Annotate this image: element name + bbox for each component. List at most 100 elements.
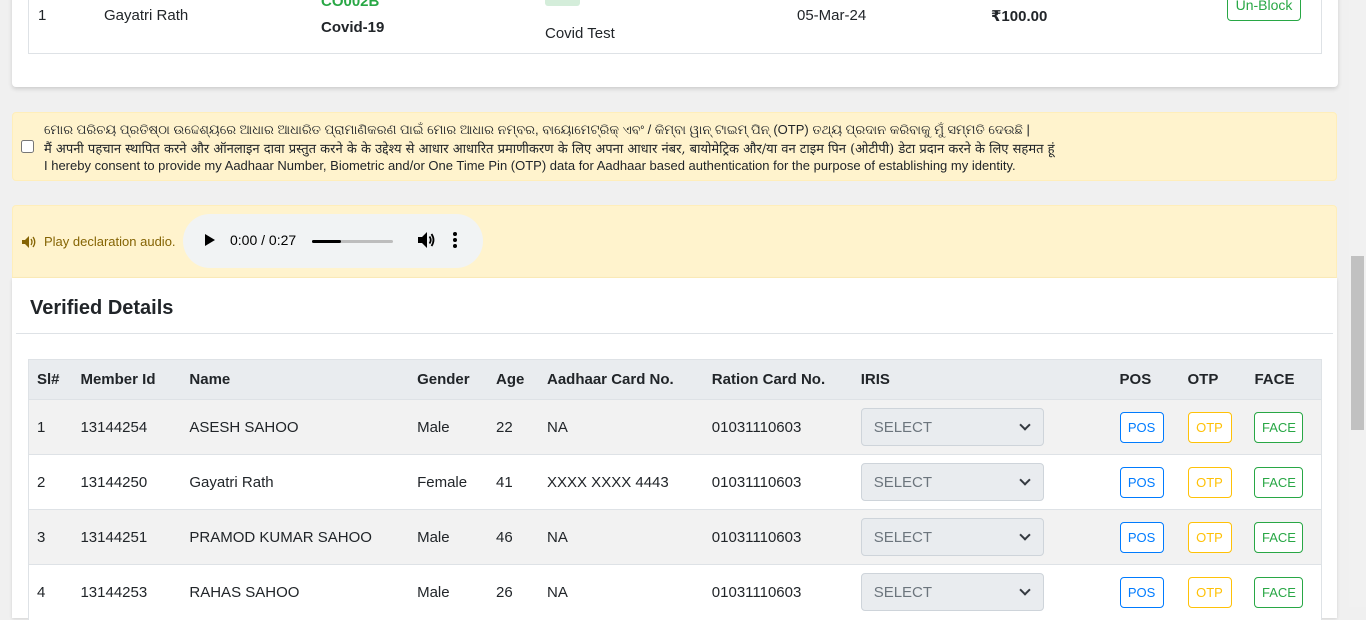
col-member-id: Member Id <box>72 359 182 400</box>
cell-face: FACE <box>1246 564 1322 620</box>
otp-button[interactable]: OTP <box>1187 411 1232 443</box>
chevron-down-icon <box>1019 584 1031 596</box>
cell-otp: OTP <box>1179 399 1247 455</box>
volume-icon[interactable] <box>417 231 435 249</box>
booking-sl: 1 <box>38 7 47 24</box>
otp-button[interactable]: OTP <box>1187 521 1232 553</box>
audio-progress <box>312 240 342 243</box>
table-row: 3 13144251 PRAMOD KUMAR SAHOO Male 46 NA 01031… <box>28 509 1322 565</box>
chevron-down-icon <box>1019 529 1031 541</box>
cell-sl: 1 <box>28 399 73 455</box>
face-button[interactable]: FACE <box>1254 521 1304 553</box>
table-row: 1 13144254 ASESH SAHOO Male 22 NA 01031110603 S… <box>28 399 1322 455</box>
cell-aadhaar: XXXX XXXX 4443 <box>539 454 704 510</box>
consent-text-hindi: मैं अपनी पहचान स्थापित करने और ऑनलाइन दा… <box>44 142 1055 157</box>
cell-gender: Male <box>409 399 489 455</box>
divider <box>16 333 1333 334</box>
cell-iris: SELECT <box>852 454 1112 510</box>
cell-gender: Male <box>409 509 489 565</box>
iris-select-value: SELECT <box>873 418 933 436</box>
cell-pos: POS <box>1111 509 1180 565</box>
cell-sl: 3 <box>28 509 73 565</box>
audio-player[interactable]: 0:00 / 0:27 <box>183 214 483 268</box>
col-ration: Ration Card No. <box>703 359 853 400</box>
page: 1 Gayatri Rath CO002B Covid-19 CO Covid … <box>0 0 1349 620</box>
cell-ration: 01031110603 <box>703 564 853 620</box>
consent-checkbox[interactable] <box>21 140 34 153</box>
booking-row: 1 Gayatri Rath CO002B Covid-19 CO Covid … <box>28 0 1322 54</box>
audio-label-text: Play declaration audio. <box>44 234 176 249</box>
cell-age: 22 <box>488 399 539 455</box>
cell-iris: SELECT <box>852 399 1112 455</box>
cell-gender: Male <box>409 564 489 620</box>
unblock-button[interactable]: Un-Block <box>1227 0 1301 21</box>
cell-otp: OTP <box>1179 454 1247 510</box>
face-button[interactable]: FACE <box>1254 576 1304 608</box>
iris-select-value: SELECT <box>873 473 933 491</box>
booking-test-name: Covid-19 <box>321 19 385 36</box>
col-pos: POS <box>1111 359 1180 400</box>
cell-age: 46 <box>488 509 539 565</box>
cell-ration: 01031110603 <box>703 509 853 565</box>
col-aadhaar: Aadhaar Card No. <box>539 359 704 400</box>
cell-face: FACE <box>1246 399 1322 455</box>
face-button[interactable]: FACE <box>1254 411 1304 443</box>
cell-face: FACE <box>1246 454 1322 510</box>
verified-details-card: Verified Details Sl# Member Id Name Gend… <box>12 278 1337 620</box>
face-button[interactable]: FACE <box>1254 466 1304 498</box>
col-name: Name <box>181 359 410 400</box>
cell-aadhaar: NA <box>539 399 704 455</box>
cell-gender: Female <box>409 454 489 510</box>
cell-aadhaar: NA <box>539 509 704 565</box>
otp-button[interactable]: OTP <box>1187 466 1232 498</box>
cell-member-id: 13144253 <box>72 564 182 620</box>
cell-name: RAHAS SAHOO <box>181 564 410 620</box>
pos-button[interactable]: POS <box>1119 576 1164 608</box>
pos-button[interactable]: POS <box>1119 466 1164 498</box>
verified-details-title: Verified Details <box>30 297 174 319</box>
iris-select[interactable]: SELECT <box>860 573 1044 612</box>
speaker-icon <box>22 235 36 248</box>
consent-text-english: I hereby consent to provide my Aadhaar N… <box>44 158 1016 173</box>
scrollbar-thumb[interactable] <box>1351 256 1364 430</box>
cell-otp: OTP <box>1179 509 1247 565</box>
booking-date: 05-Mar-24 <box>797 7 867 24</box>
table-row: 4 13144253 RAHAS SAHOO Male 26 NA 01031110603 S… <box>28 564 1322 620</box>
col-sl: Sl# <box>28 359 73 400</box>
audio-seek-bar[interactable] <box>312 240 393 243</box>
cell-otp: OTP <box>1179 564 1247 620</box>
cell-sl: 4 <box>28 564 73 620</box>
iris-select-value: SELECT <box>873 528 933 546</box>
booking-code: CO002B <box>321 0 380 10</box>
col-iris: IRIS <box>852 359 1112 400</box>
consent-text-odia: ମୋର ପରିଚୟ ପ୍ରତିଷ୍ଠା ଉଦ୍ଦେଶ୍ୟରେ ଆଧାର ଆଧାର… <box>44 122 1030 137</box>
col-age: Age <box>488 359 539 400</box>
more-options-icon[interactable] <box>453 231 457 249</box>
cell-aadhaar: NA <box>539 564 704 620</box>
pos-button[interactable]: POS <box>1119 521 1164 553</box>
table-row: 2 13144250 Gayatri Rath Female 41 XXXX XXXX 4… <box>28 454 1322 510</box>
cell-age: 26 <box>488 564 539 620</box>
cell-ration: 01031110603 <box>703 454 853 510</box>
cell-iris: SELECT <box>852 509 1112 565</box>
cell-name: PRAMOD KUMAR SAHOO <box>181 509 410 565</box>
cell-ration: 01031110603 <box>703 399 853 455</box>
play-icon[interactable] <box>205 234 215 246</box>
pos-button[interactable]: POS <box>1119 411 1164 443</box>
iris-select[interactable]: SELECT <box>860 463 1044 501</box>
chevron-down-icon <box>1019 474 1031 486</box>
declaration-audio-box: Play declaration audio. 0:00 / 0:27 <box>12 205 1337 278</box>
cell-face: FACE <box>1246 509 1322 565</box>
col-otp: OTP <box>1179 359 1247 400</box>
cell-iris: SELECT <box>852 564 1112 620</box>
iris-select[interactable]: SELECT <box>860 408 1044 446</box>
iris-select[interactable]: SELECT <box>860 518 1044 556</box>
consent-box: ମୋର ପରିଚୟ ପ୍ରତିଷ୍ଠା ଉଦ୍ଦେଶ୍ୟରେ ଆଧାର ଆଧାର… <box>12 112 1337 181</box>
booking-amount: ₹100.00 <box>991 8 1048 25</box>
cell-age: 41 <box>488 454 539 510</box>
table-header-row: Sl# Member Id Name Gender Age Aadhaar Ca… <box>28 359 1322 400</box>
otp-button[interactable]: OTP <box>1187 576 1232 608</box>
cell-member-id: 13144250 <box>72 454 182 510</box>
page-scrollbar[interactable] <box>1349 0 1366 607</box>
col-gender: Gender <box>409 359 489 400</box>
